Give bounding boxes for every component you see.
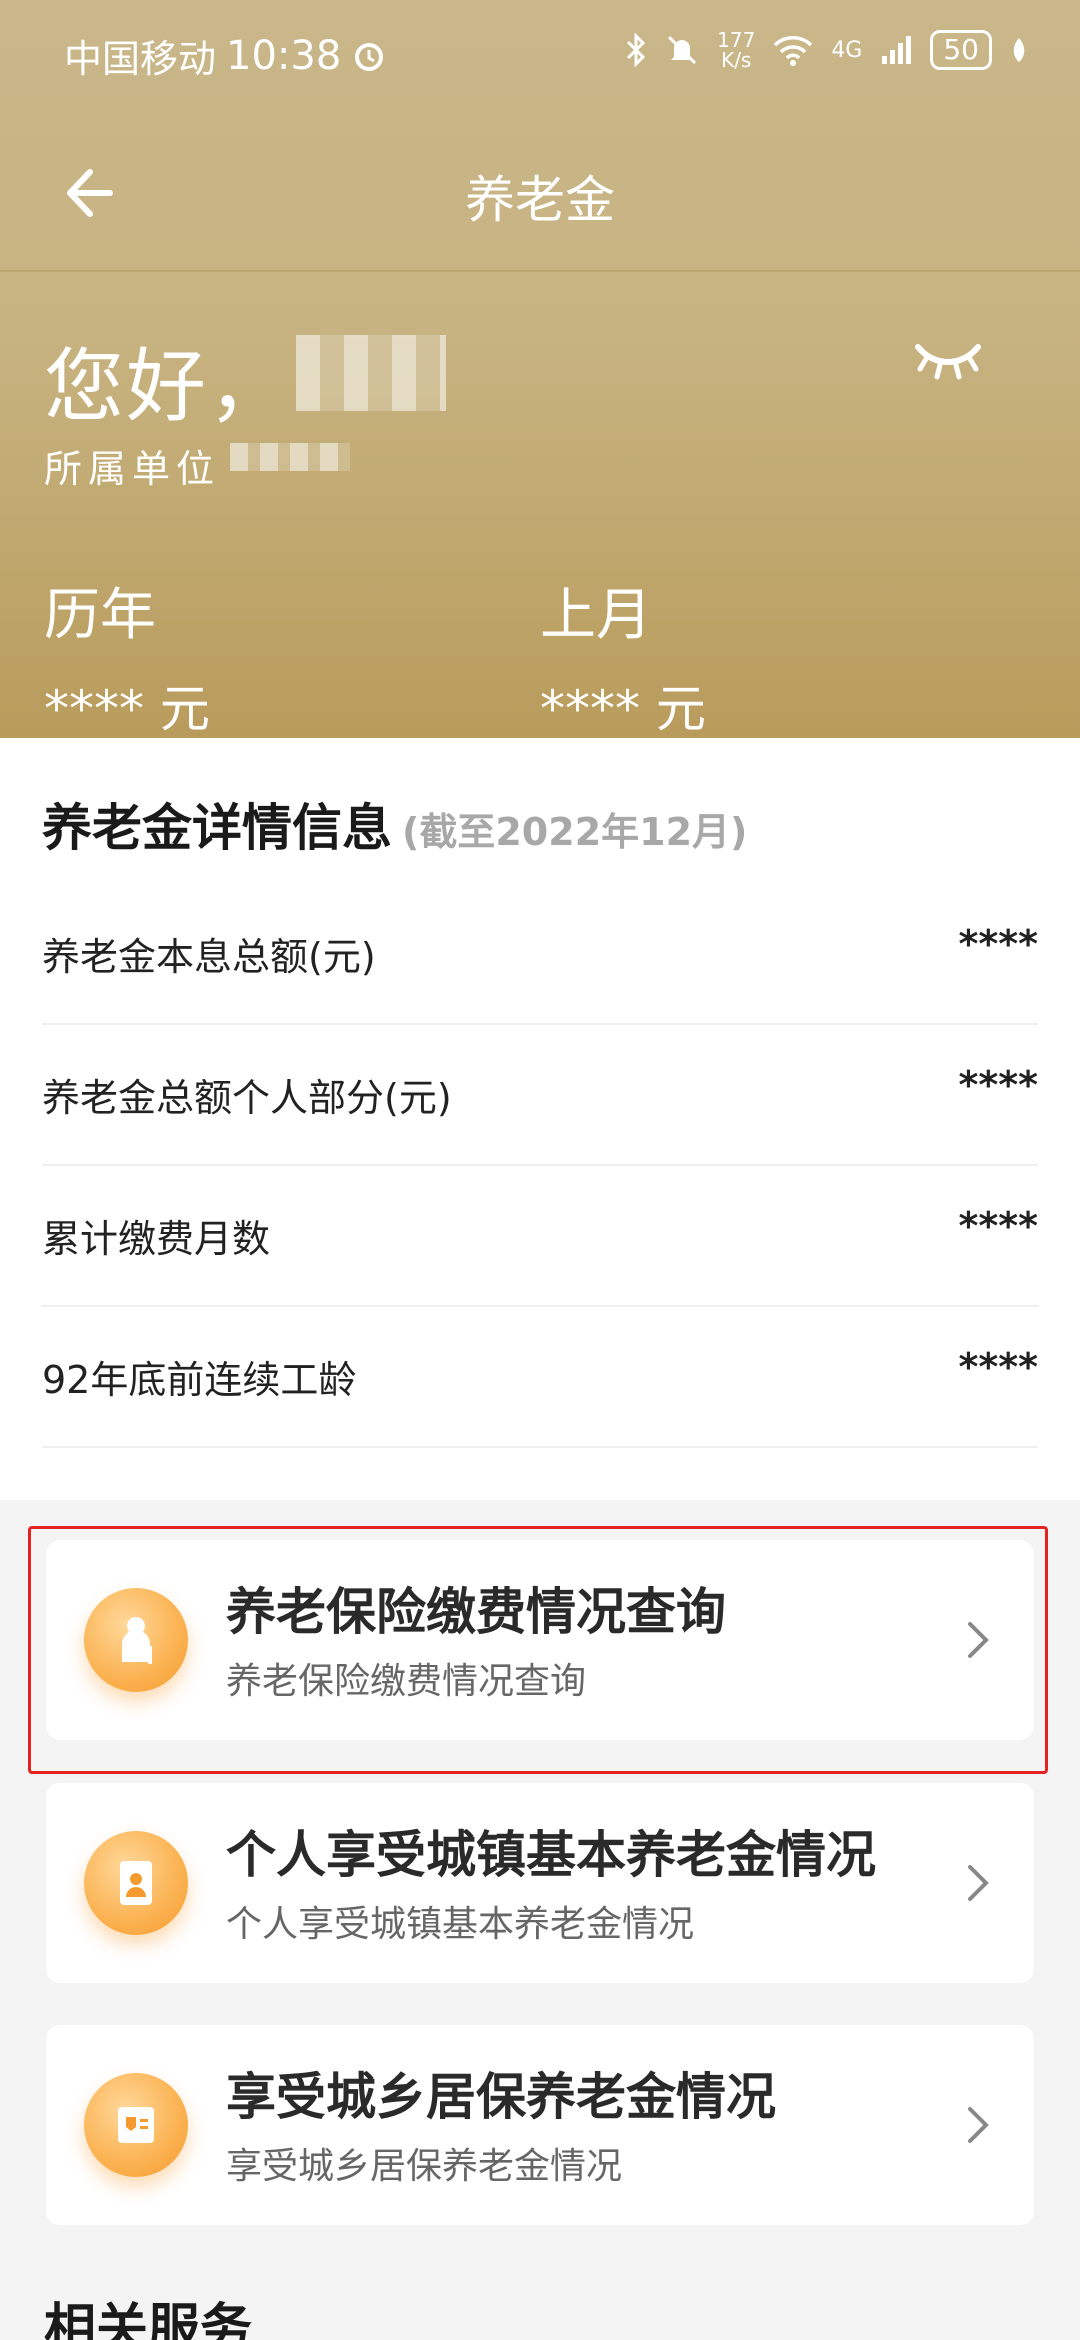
status-bar: 中国移动 10:38 177 K/s 4G 50 [0, 0, 1080, 108]
page-title: 养老金 [465, 171, 615, 229]
chevron-right-icon [968, 2107, 989, 2143]
last-month-label: 上月 [540, 583, 652, 648]
history-value: **** 元 [44, 680, 210, 738]
bluetooth-icon [627, 33, 646, 67]
history-stat: 历年 **** 元 [44, 570, 210, 741]
hide-amount-eye-icon[interactable] [912, 335, 984, 385]
person-card-icon [84, 1831, 188, 1935]
mute-bell-icon [668, 35, 697, 65]
card-title: 个人享受城镇基本养老金情况 [226, 1826, 876, 1884]
detail-row-value: **** [958, 1204, 1039, 1248]
network-speed: 177 K/s [717, 28, 756, 72]
masked-user-name [296, 335, 446, 411]
last-month-stat: 上月 **** 元 [540, 570, 706, 741]
clock-time: 10:38 [226, 32, 342, 79]
detail-row-label: 92年底前连续工龄 [42, 1358, 357, 1402]
employer-label: 所属单位 [44, 447, 221, 491]
detail-row-months: 累计缴费月数 **** [42, 1166, 1038, 1307]
card-subtitle: 个人享受城镇基本养老金情况 [226, 1904, 695, 1945]
signal-type: 4G [831, 37, 863, 63]
detail-row-label: 养老金总额个人部分(元) [42, 1076, 452, 1120]
navigation-bar: 养老金 [0, 108, 1080, 272]
highlight-box [28, 1526, 1048, 1774]
details-subtitle: (截至2022年12月) [402, 810, 748, 854]
detail-row-total: 养老金本息总额(元) **** [42, 884, 1038, 1025]
greeting-text: 您好， [44, 340, 290, 433]
detail-row-value: **** [958, 1345, 1039, 1389]
battery-indicator: 50 [930, 30, 992, 70]
detail-row-value: **** [958, 922, 1039, 966]
detail-row-label: 累计缴费月数 [42, 1217, 271, 1261]
detail-row-label: 养老金本息总额(元) [42, 935, 376, 979]
last-month-value: **** 元 [540, 680, 706, 738]
chevron-right-icon [968, 1865, 989, 1901]
related-services-title: 相关服务 [44, 2299, 253, 2340]
alarm-icon [355, 42, 384, 71]
detail-row-seniority: 92年底前连续工龄 **** [42, 1307, 1038, 1448]
wifi-icon [774, 36, 813, 66]
card-title: 享受城乡居保养老金情况 [226, 2068, 776, 2126]
detail-row-personal: 养老金总额个人部分(元) **** [42, 1025, 1038, 1166]
masked-employer-name [230, 443, 350, 471]
carrier-label: 中国移动 [64, 37, 217, 81]
card-subtitle: 享受城乡居保养老金情况 [226, 2146, 623, 2187]
card-rural-pension[interactable]: 享受城乡居保养老金情况 享受城乡居保养老金情况 [46, 2025, 1034, 2225]
signal-bars-icon [882, 36, 912, 64]
card-urban-pension[interactable]: 个人享受城镇基本养老金情况 个人享受城镇基本养老金情况 [46, 1783, 1034, 1983]
details-title: 养老金详情信息 (截至2022年12月) [42, 799, 748, 857]
history-label: 历年 [44, 583, 156, 648]
pension-details-section: 养老金详情信息 (截至2022年12月) 养老金本息总额(元) **** 养老金总… [0, 738, 1080, 1500]
header-banner: 中国移动 10:38 177 K/s 4G 50 养老金 您好， 所属单位 历年… [0, 0, 1080, 738]
detail-row-value: **** [958, 1063, 1039, 1107]
leaf-icon [1013, 38, 1025, 62]
receipt-shield-icon [84, 2073, 188, 2177]
